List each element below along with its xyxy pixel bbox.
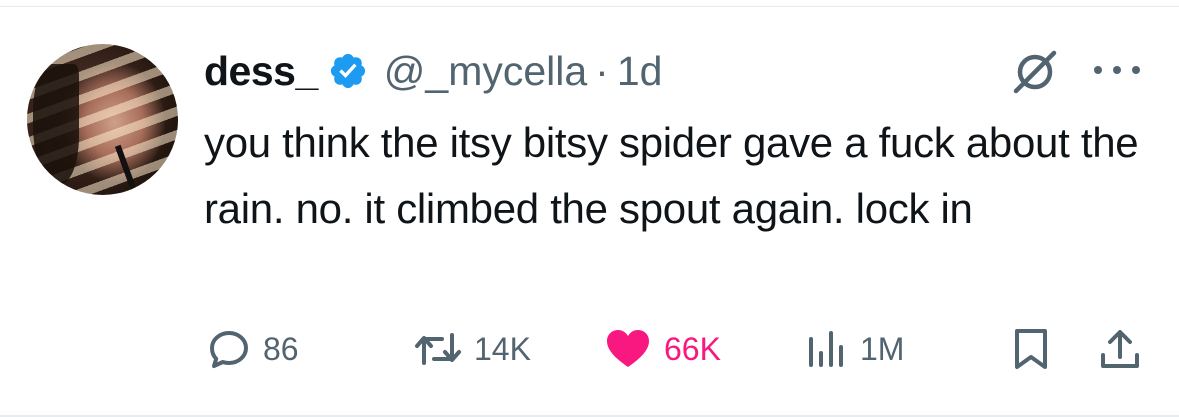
avatar[interactable]: [27, 44, 178, 195]
like-count: 66K: [664, 330, 721, 367]
repost-count: 14K: [474, 330, 531, 367]
avatar-hair: [33, 64, 79, 184]
more-options-icon[interactable]: [1090, 60, 1144, 80]
bookmark-icon: [1011, 327, 1051, 371]
avatar-strap: [114, 144, 142, 195]
views-button[interactable]: 1M: [806, 326, 904, 372]
tweet-header: dess_ @_mycella · 1d: [204, 46, 662, 96]
views-chart-icon: [806, 327, 848, 371]
reply-icon: [207, 327, 251, 371]
reply-count: 86: [263, 330, 299, 367]
share-button[interactable]: [1097, 326, 1143, 372]
top-divider: [0, 6, 1179, 7]
display-name[interactable]: dess_: [204, 48, 318, 95]
user-handle[interactable]: @_mycella: [384, 48, 587, 95]
repost-button[interactable]: 14K: [414, 326, 531, 372]
heart-icon: [604, 327, 652, 371]
separator-dot: ·: [595, 47, 609, 94]
like-button[interactable]: 66K: [604, 326, 721, 372]
views-count: 1M: [860, 330, 905, 367]
tweet-text: you think the itsy bitsy spider gave a f…: [204, 119, 1139, 232]
reply-button[interactable]: 86: [207, 326, 299, 372]
bookmark-button[interactable]: [1008, 326, 1054, 372]
verified-badge-icon[interactable]: [328, 51, 368, 91]
timestamp[interactable]: 1d: [617, 48, 663, 95]
share-icon: [1098, 327, 1142, 371]
grok-icon[interactable]: [1012, 49, 1058, 95]
repost-icon: [414, 327, 462, 371]
